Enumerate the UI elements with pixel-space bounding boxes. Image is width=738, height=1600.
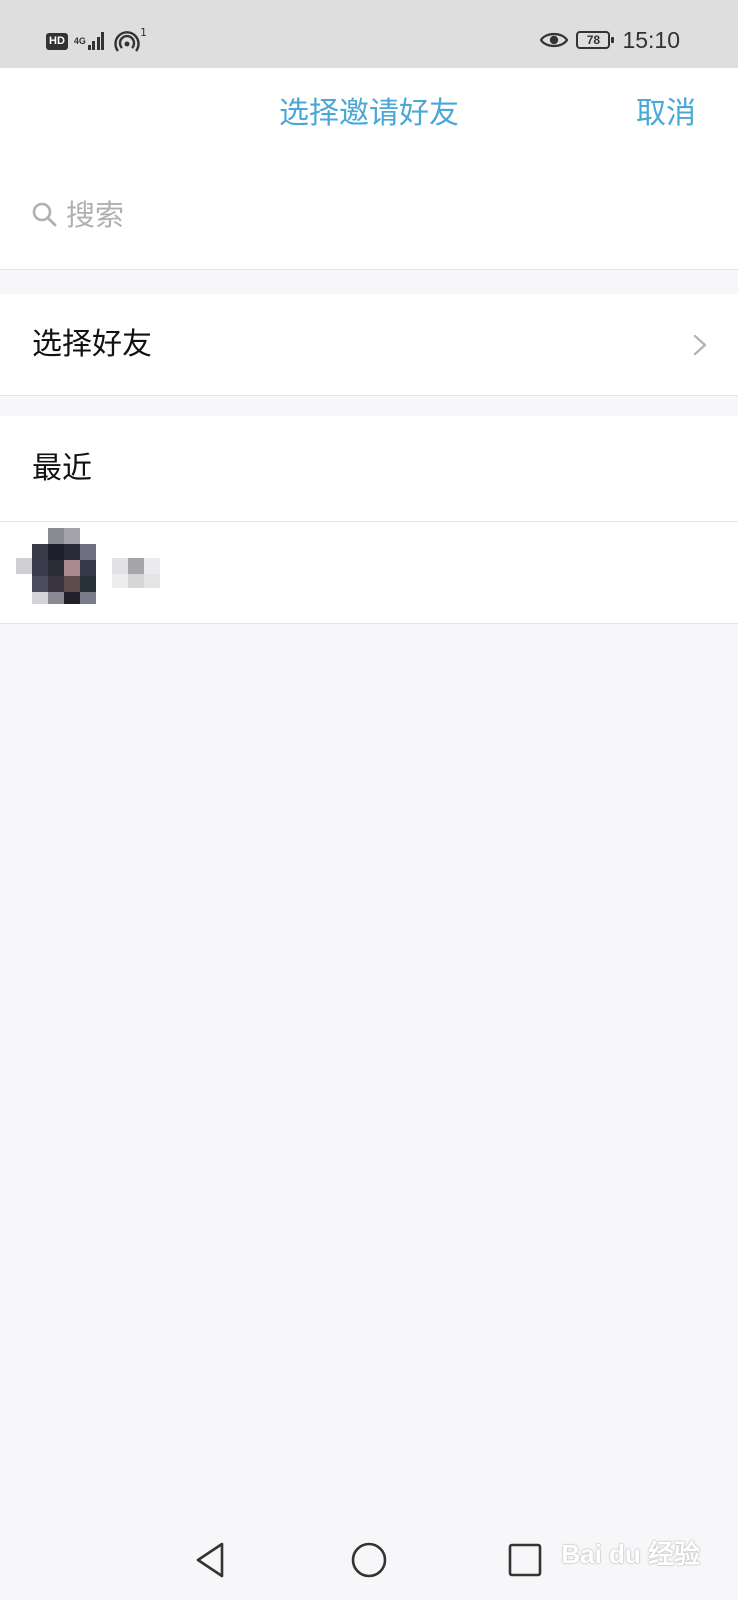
signal-icon (87, 32, 106, 50)
avatar (16, 528, 160, 604)
search-input[interactable] (66, 190, 686, 240)
hotspot-icon (114, 31, 140, 52)
eye-icon (540, 32, 569, 48)
recent-label: 最近 (32, 451, 92, 486)
search-icon (32, 202, 57, 227)
status-time: 15:10 (622, 26, 680, 53)
recent-contact-item[interactable] (0, 522, 738, 624)
status-bar: HD 4G 1 78 15:10 (0, 0, 738, 68)
recent-section-header: 最近 (0, 416, 738, 522)
status-right-group: 78 15:10 (540, 24, 680, 56)
hotspot-count: 1 (140, 26, 147, 39)
chevron-right-icon (693, 334, 707, 356)
network-type-label: 4G (73, 35, 86, 46)
search-bar (0, 160, 738, 270)
recents-square-icon[interactable] (503, 1538, 547, 1582)
home-circle-icon[interactable] (347, 1538, 391, 1582)
status-left-group: HD 4G (46, 26, 140, 56)
select-friends-row[interactable]: 选择好友 (0, 294, 738, 396)
select-friends-label: 选择好友 (32, 327, 152, 362)
watermark-logo: Bai du 经验 (561, 1539, 700, 1569)
battery-icon: 78 (576, 31, 615, 49)
hd-icon: HD (46, 32, 68, 50)
battery-level: 78 (586, 33, 601, 47)
back-triangle-icon[interactable] (190, 1538, 234, 1582)
nav-header: 选择邀请好友 取消 (0, 68, 738, 160)
cancel-button[interactable]: 取消 (636, 94, 696, 134)
page-title: 选择邀请好友 (279, 96, 459, 131)
